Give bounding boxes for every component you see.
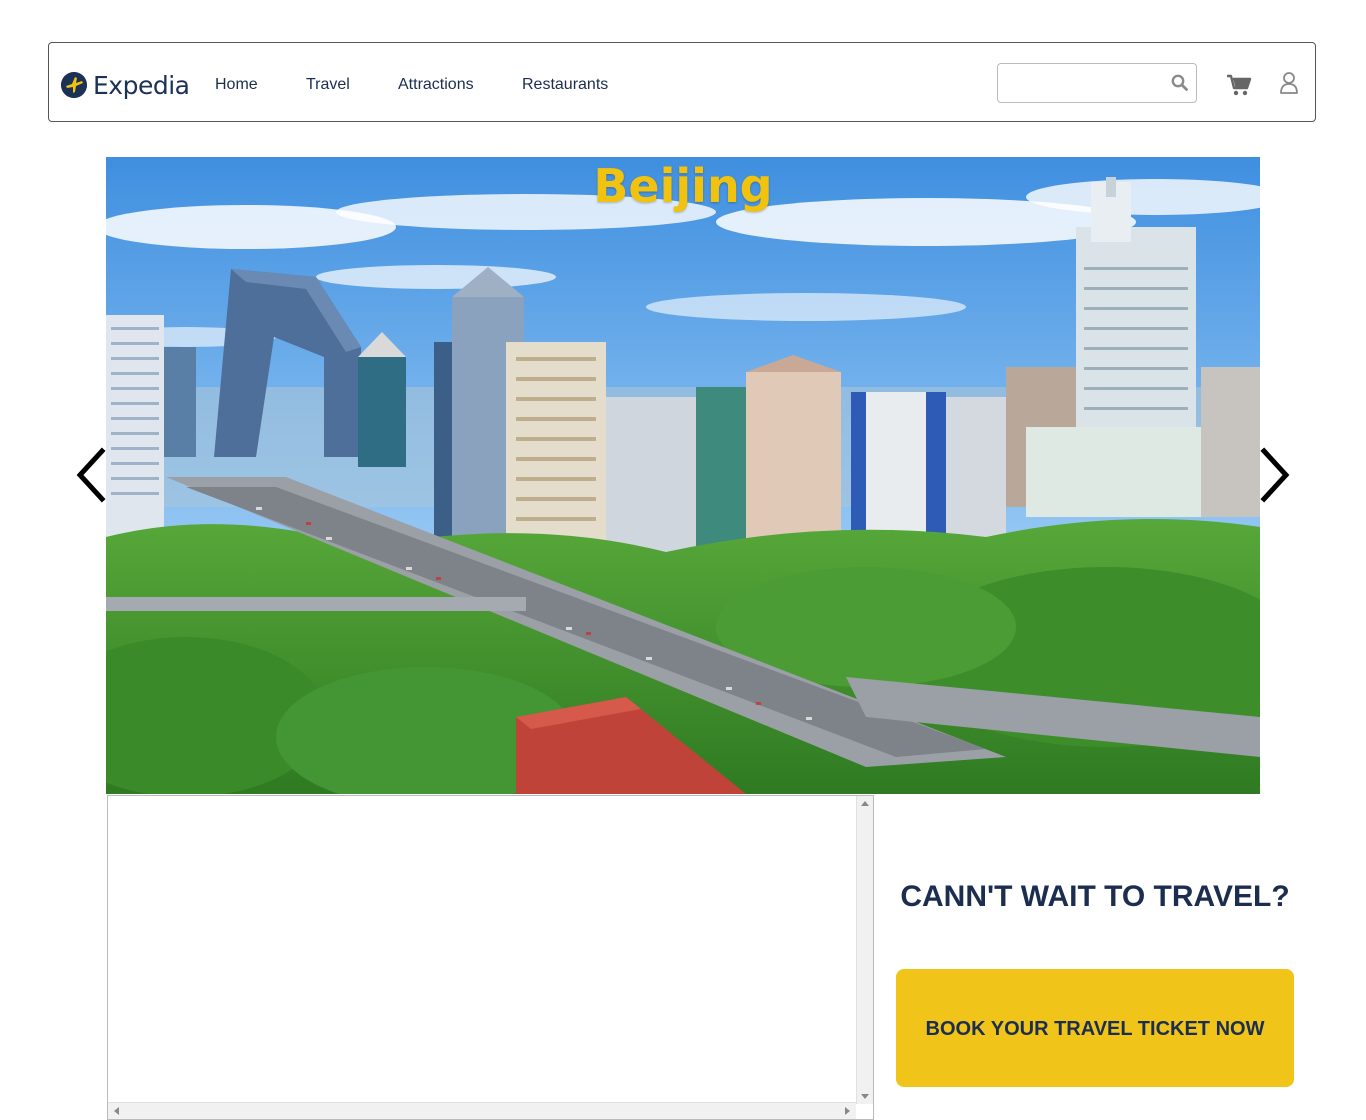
top-navbar: Expedia Home Travel Attractions Restaura… xyxy=(48,42,1316,122)
nav-home[interactable]: Home xyxy=(215,76,258,94)
chevron-right-icon[interactable] xyxy=(1258,447,1292,508)
hero-carousel-image: Beijing xyxy=(106,157,1260,794)
vertical-scrollbar[interactable] xyxy=(856,796,873,1104)
cta-heading: CANN'T WAIT TO TRAVEL? xyxy=(900,880,1290,913)
beijing-cityscape-image xyxy=(106,157,1260,794)
chevron-left-icon[interactable] xyxy=(74,447,108,508)
scroll-right-icon[interactable] xyxy=(845,1107,850,1115)
cart-icon[interactable] xyxy=(1226,73,1252,102)
expedia-logo[interactable]: Expedia xyxy=(61,70,190,100)
scroll-up-icon[interactable] xyxy=(861,801,869,806)
scroll-down-icon[interactable] xyxy=(861,1094,869,1099)
search-icon[interactable] xyxy=(1171,74,1188,96)
nav-travel[interactable]: Travel xyxy=(306,76,350,94)
search-box xyxy=(997,63,1197,103)
user-icon[interactable] xyxy=(1279,71,1299,100)
search-input[interactable] xyxy=(1004,70,1168,98)
horizontal-scrollbar[interactable] xyxy=(108,1102,856,1119)
nav-restaurants[interactable]: Restaurants xyxy=(522,76,608,94)
scroll-left-icon[interactable] xyxy=(114,1107,119,1115)
brand-name: Expedia xyxy=(93,70,190,100)
nav-attractions[interactable]: Attractions xyxy=(398,76,474,94)
plane-logo-icon xyxy=(61,72,87,98)
content-text-area[interactable] xyxy=(107,795,874,1120)
book-ticket-button[interactable]: BOOK YOUR TRAVEL TICKET NOW xyxy=(896,969,1294,1087)
hero-title: Beijing xyxy=(593,159,773,213)
